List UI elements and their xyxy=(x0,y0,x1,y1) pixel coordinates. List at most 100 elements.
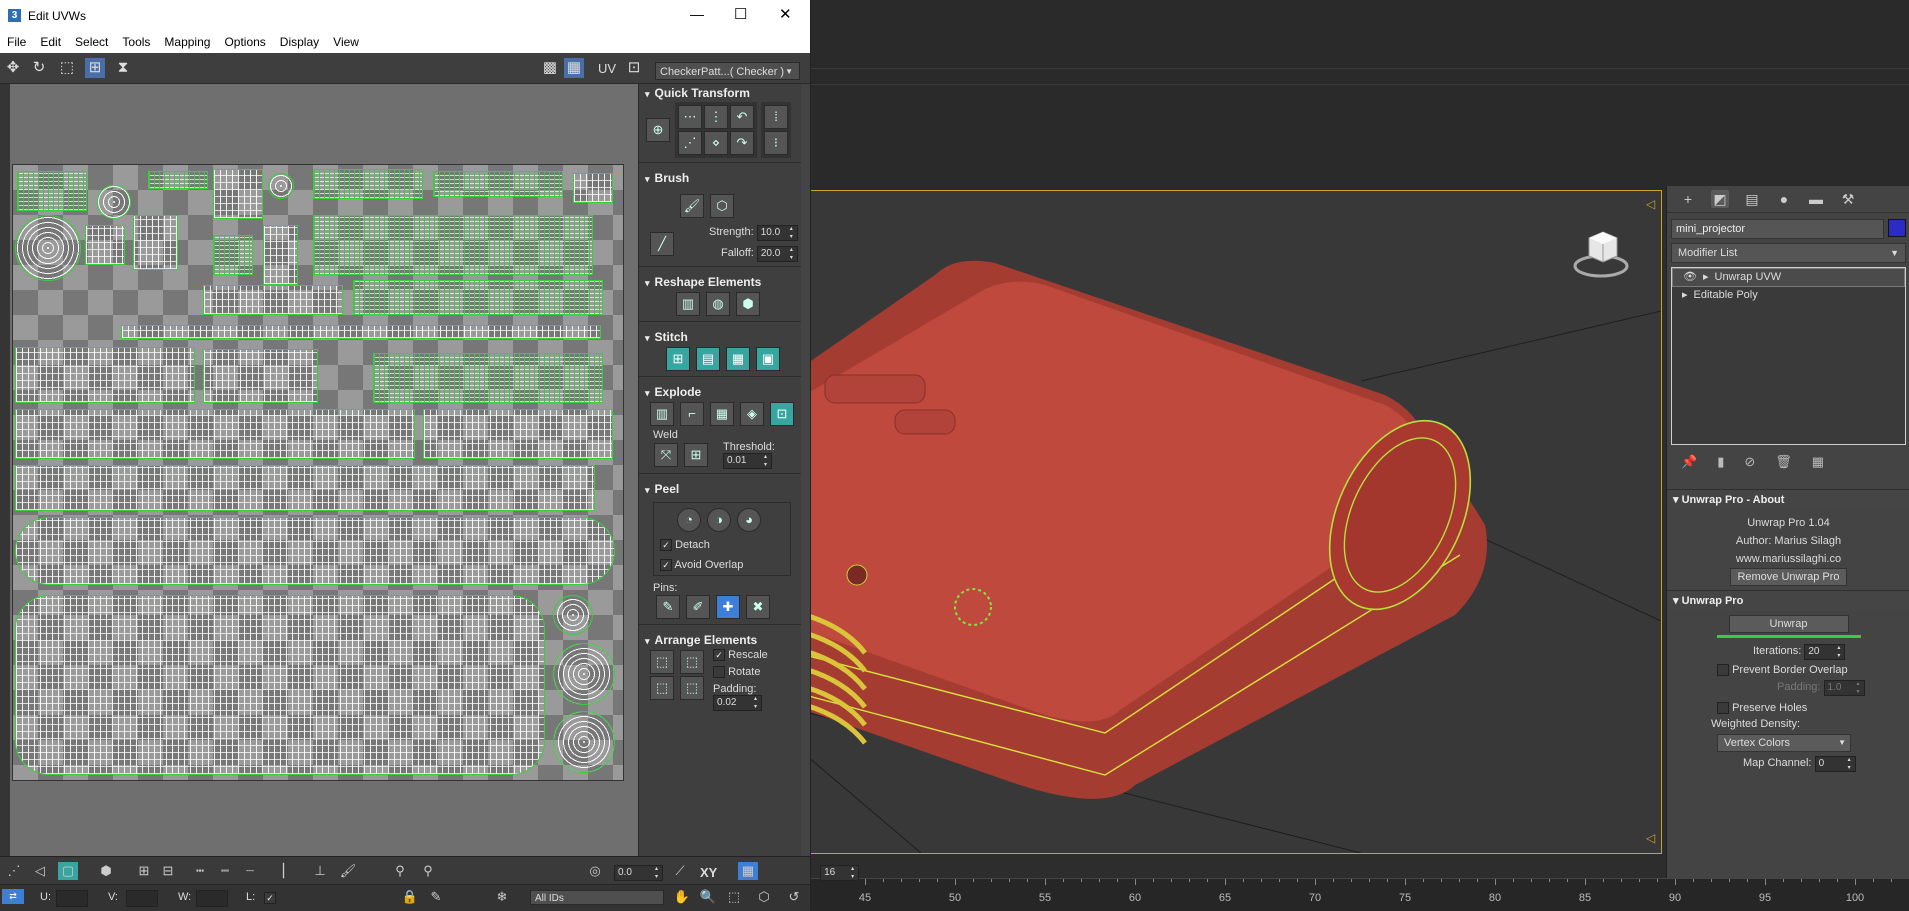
uv-island[interactable] xyxy=(353,280,603,315)
select-vertex-icon[interactable]: ⋰ xyxy=(4,862,24,880)
move-icon[interactable]: ✥ xyxy=(3,58,23,78)
padding-spinner[interactable]: 1.0 xyxy=(1823,680,1865,697)
eye-icon[interactable]: 👁 xyxy=(1683,269,1697,286)
split-icon[interactable]: ▦ xyxy=(710,402,734,426)
uv-island[interactable] xyxy=(121,325,601,339)
uv-island[interactable] xyxy=(133,215,178,270)
relax-icon[interactable]: ◍ xyxy=(706,292,730,316)
menu-tools[interactable]: Tools xyxy=(115,32,157,53)
uv-island[interactable] xyxy=(15,215,81,281)
padding-spinner[interactable]: 0.02 xyxy=(713,695,762,712)
pack-recursive-icon[interactable]: ⬚ xyxy=(680,676,704,701)
create-tab-icon[interactable]: + xyxy=(1679,190,1697,208)
preserve-holes-checkbox[interactable] xyxy=(1717,702,1729,715)
uv-checker-tile[interactable] xyxy=(12,164,624,781)
select-edge-icon[interactable]: ◁ xyxy=(30,862,50,880)
quick-peel-icon[interactable]: ◔ xyxy=(677,508,701,532)
pack-custom-icon[interactable]: ⬚ xyxy=(650,676,674,701)
rollout-header[interactable]: Brush xyxy=(639,169,801,187)
modifier-list-dropdown[interactable]: Modifier List ▼ xyxy=(1671,243,1906,263)
snap-ring-icon[interactable]: ◎ xyxy=(585,862,605,880)
ring-icon[interactable]: ┉ xyxy=(215,862,235,880)
uv-island[interactable] xyxy=(433,171,563,197)
pin-stack-icon[interactable]: 📌 xyxy=(1681,454,1697,470)
rollout-header[interactable]: Quick Transform xyxy=(639,84,801,102)
make-unique-icon[interactable]: ⊘ xyxy=(1744,454,1755,470)
zoom-extents-icon[interactable]: ⬡ xyxy=(754,888,774,906)
grid-snap-icon[interactable]: ▦ xyxy=(738,862,758,880)
url-text[interactable]: www.mariussilaghi.co xyxy=(1667,550,1909,568)
v-field[interactable] xyxy=(126,890,158,907)
align-horizontal-icon[interactable]: ⋯ xyxy=(678,105,702,129)
paint-brush-icon[interactable]: 🖌 xyxy=(680,194,704,218)
falloff-spinner[interactable]: 20.0 xyxy=(756,246,798,262)
weld-selected-icon[interactable]: ⤧ xyxy=(654,443,678,467)
scale-icon[interactable]: ⬚ xyxy=(57,58,77,78)
expand-triangle-icon[interactable]: ▸ xyxy=(1682,287,1688,304)
uv-island[interactable] xyxy=(203,285,343,315)
close-button[interactable]: ✕ xyxy=(779,5,792,23)
flatten-icon[interactable]: ⌐ xyxy=(680,402,704,426)
straighten-icon[interactable]: ▥ xyxy=(676,292,700,316)
break-icon[interactable]: ▥ xyxy=(650,402,674,426)
lock-icon[interactable]: 🔒 xyxy=(400,888,420,906)
menu-mapping[interactable]: Mapping xyxy=(157,32,217,53)
window-titlebar[interactable]: 3 Edit UVWs — ☐ ✕ xyxy=(0,0,810,32)
w-field[interactable] xyxy=(196,890,228,907)
soft-select-icon[interactable]: ⚲ xyxy=(418,862,438,880)
rollout-header[interactable]: Peel xyxy=(639,480,801,498)
point-to-point-icon[interactable]: ⊥ xyxy=(310,862,330,880)
uv-island[interactable] xyxy=(213,169,263,219)
uv-island[interactable] xyxy=(15,517,615,585)
soft-select-icon[interactable]: ⚲ xyxy=(390,862,410,880)
unwrap-button[interactable]: Unwrap xyxy=(1728,615,1849,633)
uv-island[interactable] xyxy=(553,711,615,773)
xy-label[interactable]: XY xyxy=(700,865,717,880)
ids-dropdown[interactable]: All IDs xyxy=(530,890,664,905)
stitch-custom-icon[interactable]: ⊞ xyxy=(666,347,690,371)
avoid-overlap-checkbox[interactable]: ✓ xyxy=(660,559,672,572)
edge-sel-icon[interactable]: ▏ xyxy=(278,862,298,880)
iterations-spinner[interactable]: 20 xyxy=(1804,644,1846,660)
stitch-to-target-icon[interactable]: ▣ xyxy=(756,347,780,371)
stitch-to-source-icon[interactable]: ▤ xyxy=(696,347,720,371)
rescale-checkbox[interactable]: ✓ xyxy=(713,649,725,662)
map-channel-spinner[interactable]: 0 xyxy=(1814,756,1856,773)
detach-checkbox[interactable]: ✓ xyxy=(660,539,672,552)
show-end-result-icon[interactable]: ▮ xyxy=(1717,454,1724,470)
density-mode-dropdown[interactable]: Vertex Colors ▼ xyxy=(1717,734,1851,753)
strength-spinner[interactable]: 10.0 xyxy=(756,225,798,241)
stack-item-unwrap-uvw[interactable]: 👁 ▸ Unwrap UVW xyxy=(1672,268,1905,287)
menu-view[interactable]: View xyxy=(326,32,366,53)
menu-file[interactable]: File xyxy=(0,32,33,53)
grid-size-spinner[interactable]: 16 xyxy=(820,865,860,881)
select-pinned-icon[interactable]: ✖ xyxy=(746,595,770,620)
uv-island[interactable] xyxy=(553,595,593,635)
select-polygon-icon[interactable]: ▢ xyxy=(58,862,78,880)
uv-island[interactable] xyxy=(15,347,195,403)
maximize-button[interactable]: ☐ xyxy=(734,5,747,23)
expand-triangle-icon[interactable]: ▸ xyxy=(1703,269,1709,286)
utilities-tab-icon[interactable]: ⚒ xyxy=(1839,190,1857,208)
pivot-icon[interactable]: ⊕ xyxy=(646,118,670,142)
rollout-unwrap-pro[interactable]: ▾ Unwrap Pro xyxy=(1667,590,1909,611)
menu-options[interactable]: Options xyxy=(217,32,272,53)
lock-checkbox[interactable]: ✓ xyxy=(264,892,276,904)
brush-tool-icon[interactable]: ✎ xyxy=(426,888,446,906)
modify-tab-icon[interactable]: ◩ xyxy=(1711,190,1729,208)
freeform-icon[interactable]: ⊞ xyxy=(85,58,105,78)
uv-island[interactable] xyxy=(573,173,613,203)
pin-icon[interactable]: ✎ xyxy=(656,595,680,620)
uv-island[interactable] xyxy=(85,225,125,265)
texture-options-icon[interactable]: ⊡ xyxy=(624,58,644,78)
rollout-header[interactable]: Reshape Elements xyxy=(639,273,801,291)
peel-mode-icon[interactable]: ◑ xyxy=(707,508,731,532)
remove-modifier-icon[interactable]: 🗑 xyxy=(1775,454,1792,470)
checker-toggle-icon[interactable]: ▩ xyxy=(540,58,560,78)
minimize-button[interactable]: — xyxy=(690,6,704,22)
prevent-border-overlap-checkbox[interactable] xyxy=(1717,664,1729,677)
u-field[interactable] xyxy=(56,890,88,907)
pack-normalize-icon[interactable]: ⬚ xyxy=(650,650,674,675)
loop-icon[interactable]: ┅ xyxy=(190,862,210,880)
object-color-swatch[interactable] xyxy=(1888,219,1906,237)
